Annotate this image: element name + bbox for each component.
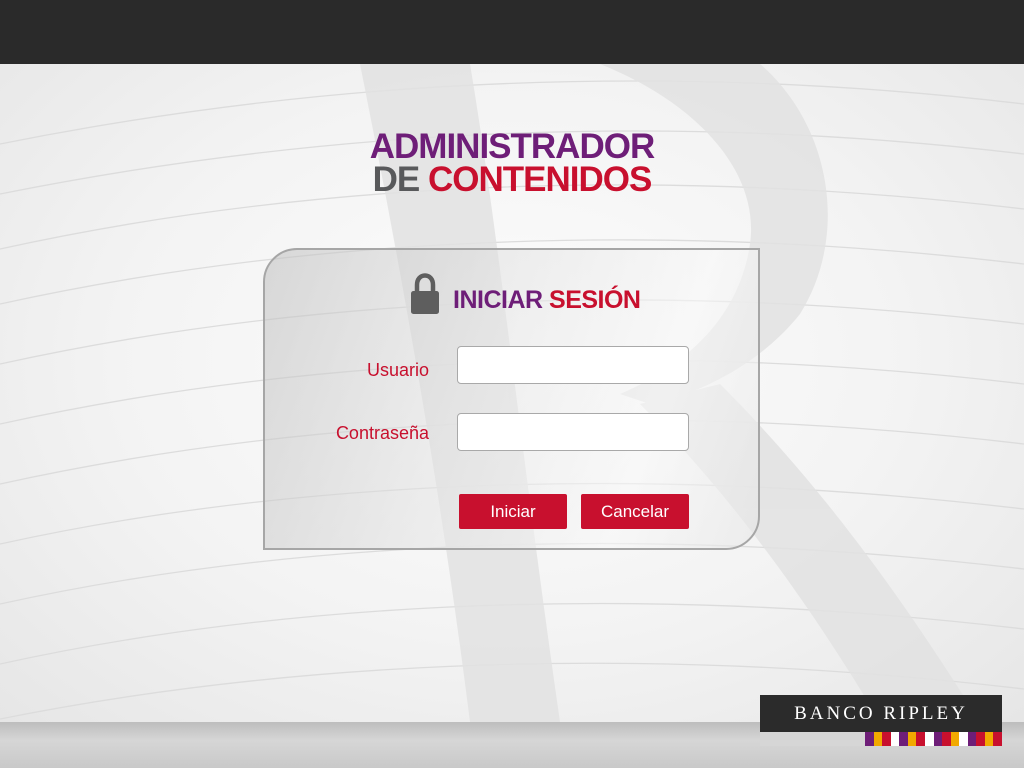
brand-stripe-2 [882, 732, 891, 746]
brand-stripe-14 [984, 732, 994, 746]
brand-stripe-8 [933, 732, 943, 746]
login-title-part1: INICIAR [453, 286, 543, 314]
app-title-line2: DE CONTENIDOS [0, 160, 1024, 199]
brand-stripe-4 [899, 732, 908, 746]
brand-stripe-0 [865, 732, 874, 746]
app-title-suffix: CONTENIDOS [428, 160, 652, 199]
password-input[interactable] [457, 413, 689, 451]
top-bar [0, 0, 1024, 64]
brand-stripe-3 [890, 732, 900, 746]
password-label: Contraseña [335, 423, 429, 443]
login-title-part2: SESIÓN [549, 286, 641, 314]
brand-stripe-12 [967, 732, 977, 746]
brand-stripe-10 [950, 732, 960, 746]
app-title-prefix: DE [372, 160, 421, 199]
login-button[interactable]: Iniciar [459, 494, 567, 529]
app-title: ADMINISTRADOR DE CONTENIDOS [0, 127, 1024, 199]
cancel-button[interactable]: Cancelar [581, 494, 689, 529]
brand-stripe-6 [916, 732, 925, 746]
login-panel: INICIAR SESIÓN Usuario Contraseña Inicia… [263, 248, 760, 550]
lock-icon [411, 273, 439, 314]
brand-stripe-15 [993, 732, 1002, 746]
brand-stripe-5 [907, 732, 917, 746]
username-input[interactable] [457, 346, 689, 384]
brand-stripe-9 [942, 732, 951, 746]
login-title: INICIAR SESIÓN [453, 286, 641, 315]
brand-stripe-1 [873, 732, 883, 746]
brand-stripe-13 [976, 732, 985, 746]
username-label: Usuario [366, 360, 429, 380]
brand-stripe-7 [924, 732, 934, 746]
brand-logo: BANCO RIPLEY [760, 695, 1002, 746]
app-title-line1: ADMINISTRADOR [369, 127, 655, 166]
brand-stripes [865, 732, 1002, 746]
brand-stripe-11 [959, 732, 968, 746]
brand-name: BANCO RIPLEY [760, 695, 1002, 732]
